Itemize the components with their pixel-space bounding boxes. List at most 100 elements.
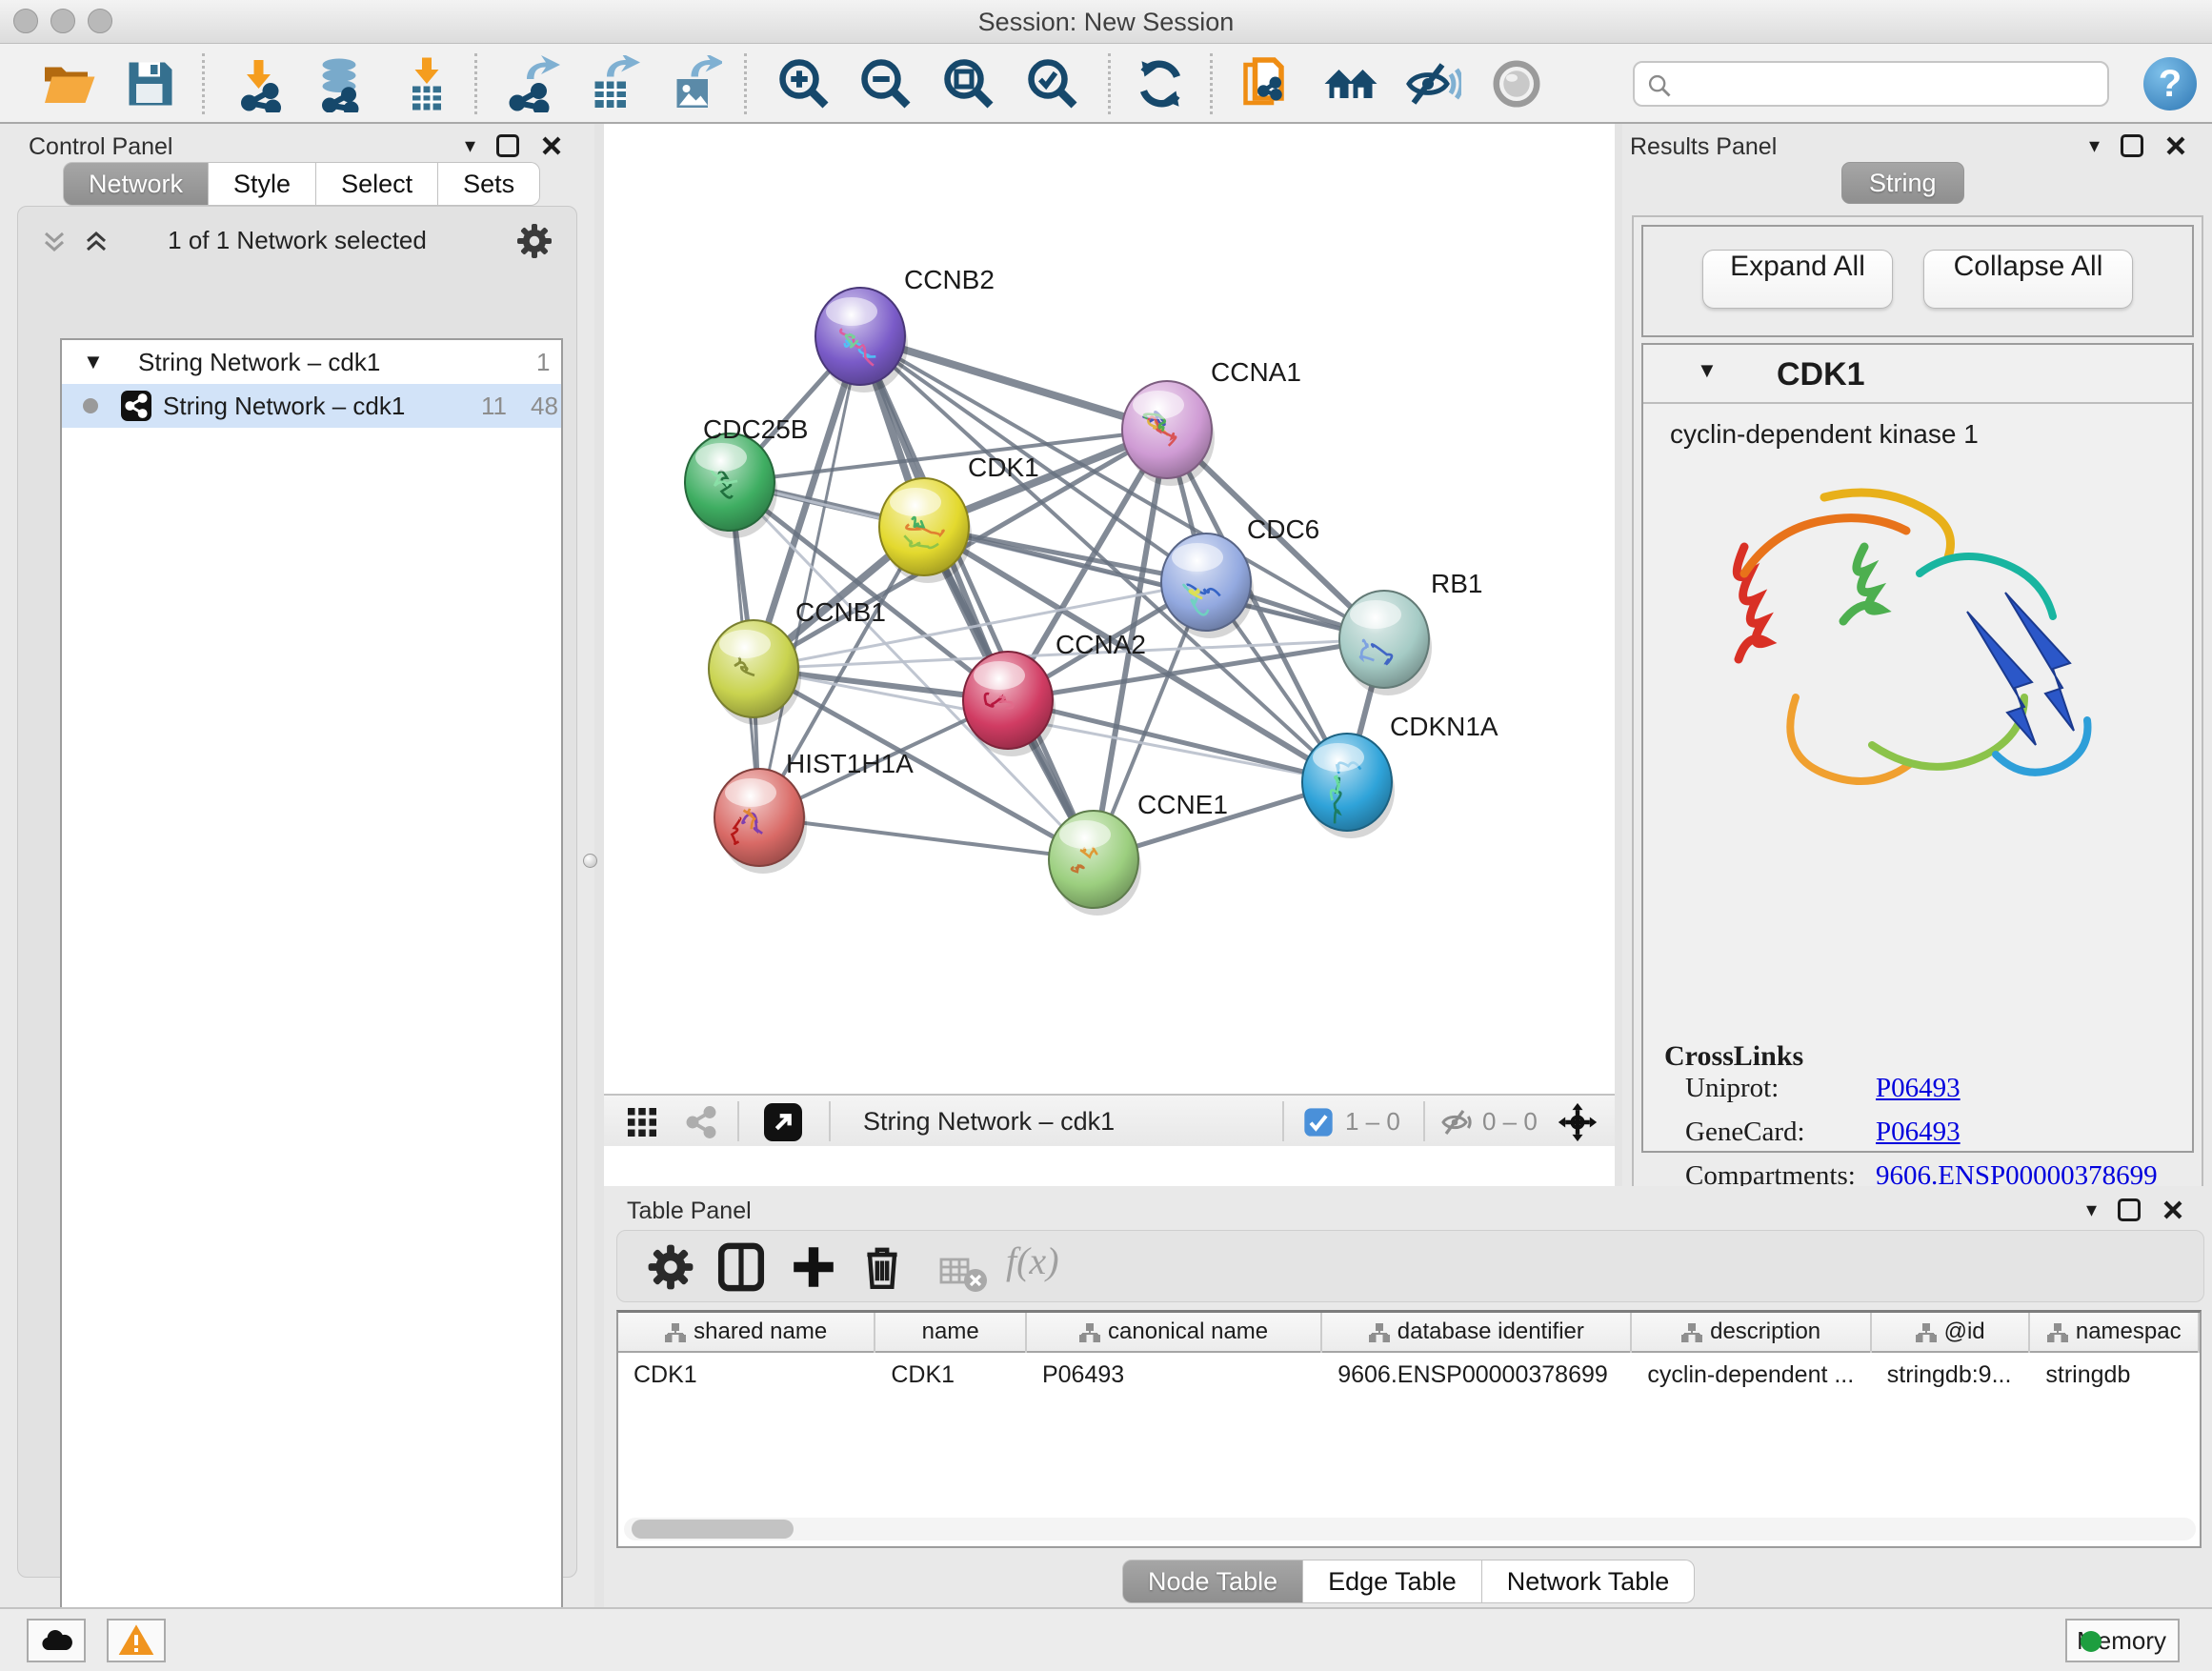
cloud-button[interactable] [27, 1619, 86, 1662]
collection-count: 1 [536, 340, 550, 384]
tab-select[interactable]: Select [316, 162, 438, 206]
tab-network[interactable]: Network [63, 162, 209, 206]
network-document-icon[interactable] [1238, 55, 1296, 112]
birdseye-toggle-icon[interactable] [1488, 55, 1545, 112]
search-box[interactable] [1633, 61, 2109, 107]
refresh-icon[interactable] [1132, 55, 1189, 112]
gear-icon[interactable] [515, 222, 553, 260]
control-panel-title: Control Panel [29, 133, 172, 161]
tab-string[interactable]: String [1841, 162, 1964, 204]
column-header-database-identifier[interactable]: database identifier [1322, 1313, 1632, 1353]
help-icon[interactable]: ? [2143, 57, 2197, 111]
panel-menu-icon[interactable]: ▾ [2089, 133, 2100, 158]
import-network-file-icon[interactable] [232, 55, 290, 112]
gene-section-header[interactable]: ▼ CDK1 [1643, 345, 2192, 404]
zoom-in-icon[interactable] [775, 55, 833, 112]
node-CCNB2[interactable]: CCNB2 [815, 265, 995, 393]
crosslink-link[interactable]: P06493 [1876, 1073, 1961, 1104]
tab-node-table[interactable]: Node Table [1122, 1560, 1303, 1603]
network-canvas[interactable]: CCNB2CCNA1CDC25BCDK1CDC6RB1CCNB1CCNA2CDK… [604, 124, 1615, 1094]
results-panel: Results Panel ▾ String Expand All Collap… [1622, 124, 2212, 1186]
right-splitter[interactable] [1615, 124, 1622, 1186]
column-header-canonical-name[interactable]: canonical name [1027, 1313, 1322, 1353]
network-name: String Network – cdk1 [163, 384, 405, 428]
search-input[interactable] [1684, 67, 2094, 101]
float-panel-icon[interactable] [2118, 1198, 2141, 1221]
panel-menu-icon[interactable]: ▾ [465, 133, 475, 158]
cell-canonical-name[interactable]: P06493 [1027, 1355, 1322, 1397]
node-CDKN1A[interactable]: CDKN1A [1302, 712, 1498, 838]
node-RB1[interactable]: RB1 [1339, 569, 1482, 695]
collapse-collection-icon[interactable]: ▼ [83, 340, 104, 384]
node-table[interactable]: shared namenamecanonical namedatabase id… [616, 1310, 2202, 1548]
delete-column-icon[interactable] [857, 1242, 907, 1292]
column-header-description[interactable]: description [1632, 1313, 1871, 1353]
save-session-icon[interactable] [122, 55, 179, 112]
zoom-out-icon[interactable] [857, 55, 915, 112]
column-header-name[interactable]: name [875, 1313, 1027, 1353]
close-panel-icon[interactable] [2162, 1198, 2184, 1221]
node-CCNE1[interactable]: CCNE1 [1049, 790, 1228, 916]
column-header-namespac[interactable]: namespac [2030, 1313, 2200, 1353]
network-collection-row[interactable]: ▼ String Network – cdk1 1 [62, 340, 561, 384]
panel-menu-icon[interactable]: ▾ [2086, 1198, 2097, 1222]
node-CCNB1[interactable]: CCNB1 [709, 597, 886, 725]
horizontal-scrollbar[interactable] [624, 1518, 2196, 1540]
scrollbar-thumb[interactable] [632, 1520, 794, 1539]
edge-CCNB2-CCNE1[interactable] [860, 336, 1094, 859]
left-splitter[interactable] [594, 124, 604, 1607]
export-image-icon[interactable] [665, 55, 722, 112]
table-row[interactable]: CDK1CDK1P064939606.ENSP00000378699cyclin… [618, 1355, 2200, 1397]
toolbar-separator [474, 53, 477, 114]
float-panel-icon[interactable] [2121, 134, 2143, 157]
zoom-fit-icon[interactable] [940, 55, 997, 112]
birdseye-open-icon[interactable] [764, 1103, 802, 1141]
close-panel-icon[interactable] [2164, 134, 2187, 157]
memory-button[interactable]: Memory [2065, 1619, 2180, 1662]
cell--id[interactable]: stringdb:9... [1872, 1355, 2031, 1397]
collapse-all-button[interactable]: Collapse All [1923, 250, 2133, 309]
crosslink-link[interactable]: P06493 [1876, 1117, 1961, 1148]
column-header--id[interactable]: @id [1872, 1313, 2031, 1353]
float-panel-icon[interactable] [496, 134, 519, 157]
zoom-selected-icon[interactable] [1024, 55, 1081, 112]
selected-checkbox-icon[interactable] [1303, 1107, 1334, 1137]
network-row-selected[interactable]: String Network – cdk1 11 48 [62, 384, 561, 428]
toolbar-separator [744, 53, 747, 114]
cell-database-identifier[interactable]: 9606.ENSP00000378699 [1322, 1355, 1632, 1397]
cell-name[interactable]: CDK1 [875, 1355, 1027, 1397]
close-panel-icon[interactable] [540, 134, 563, 157]
pan-crosshair-icon[interactable] [1557, 1101, 1599, 1143]
tab-edge-table[interactable]: Edge Table [1303, 1560, 1482, 1603]
show-columns-icon[interactable] [716, 1242, 766, 1292]
grid-mode-icon[interactable] [625, 1105, 659, 1139]
share-view-icon[interactable] [684, 1105, 718, 1139]
warnings-button[interactable] [107, 1619, 166, 1662]
collapse-gene-icon[interactable]: ▼ [1697, 358, 1718, 383]
node-HIST1H1A[interactable]: HIST1H1A [714, 749, 914, 874]
node-CCNA1[interactable]: CCNA1 [1122, 357, 1301, 486]
open-session-icon[interactable] [40, 55, 97, 112]
import-table-icon[interactable] [398, 55, 455, 112]
cell-shared-name[interactable]: CDK1 [618, 1355, 875, 1397]
add-column-icon[interactable] [789, 1242, 838, 1292]
cell-description[interactable]: cyclin-dependent ... [1632, 1355, 1871, 1397]
cell-namespac[interactable]: stringdb [2030, 1355, 2200, 1397]
export-table-icon[interactable] [583, 55, 640, 112]
column-header-shared-name[interactable]: shared name [618, 1313, 875, 1353]
table-gear-icon[interactable] [646, 1242, 695, 1292]
node-count: 11 [481, 384, 507, 428]
houses-icon[interactable] [1322, 55, 1379, 112]
export-network-icon[interactable] [503, 55, 560, 112]
edge-HIST1H1A-CCNE1[interactable] [759, 817, 1094, 859]
hidden-eye-icon [1440, 1105, 1475, 1139]
tab-sets[interactable]: Sets [438, 162, 540, 206]
import-network-database-icon[interactable] [311, 55, 368, 112]
tab-network-table[interactable]: Network Table [1482, 1560, 1696, 1603]
hide-graphics-details-icon[interactable] [1404, 55, 1461, 112]
edge-count: 48 [531, 384, 558, 428]
tab-style[interactable]: Style [209, 162, 316, 206]
left-splitter-knob[interactable] [583, 854, 597, 868]
edge-CCNB2-HIST1H1A[interactable] [759, 336, 860, 817]
expand-all-button[interactable]: Expand All [1702, 250, 1893, 309]
